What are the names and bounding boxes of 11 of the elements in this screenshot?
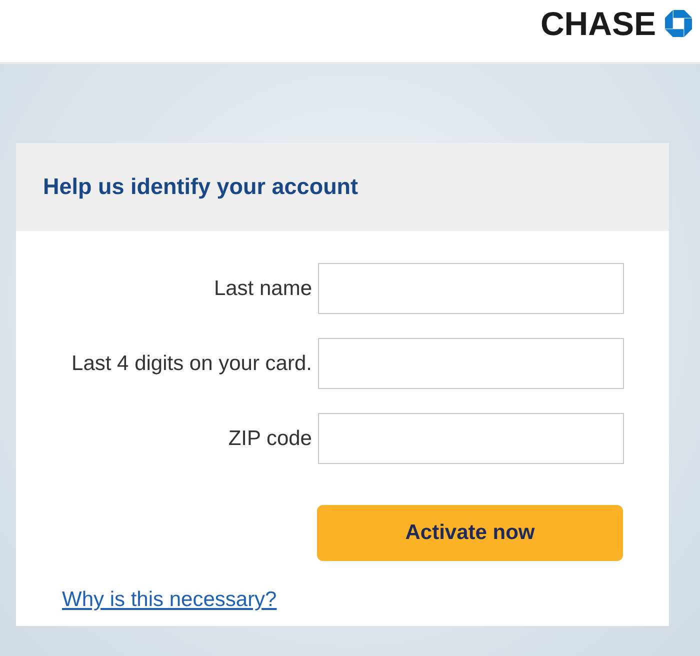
input-field[interactable] <box>318 338 624 389</box>
octagon-logo-icon <box>665 10 692 37</box>
field-label: Last 4 digits on your card. <box>70 352 312 376</box>
help-link[interactable]: Why is this necessary? <box>62 588 277 612</box>
field-label: Last name <box>212 276 312 300</box>
activate-button[interactable]: Activate now <box>317 505 623 561</box>
input-field[interactable] <box>318 263 624 314</box>
card-title: Help us identify your account <box>43 174 358 200</box>
field-label: ZIP code <box>227 426 312 450</box>
input-field[interactable] <box>318 413 624 464</box>
logo-text: CHASE <box>540 7 656 40</box>
